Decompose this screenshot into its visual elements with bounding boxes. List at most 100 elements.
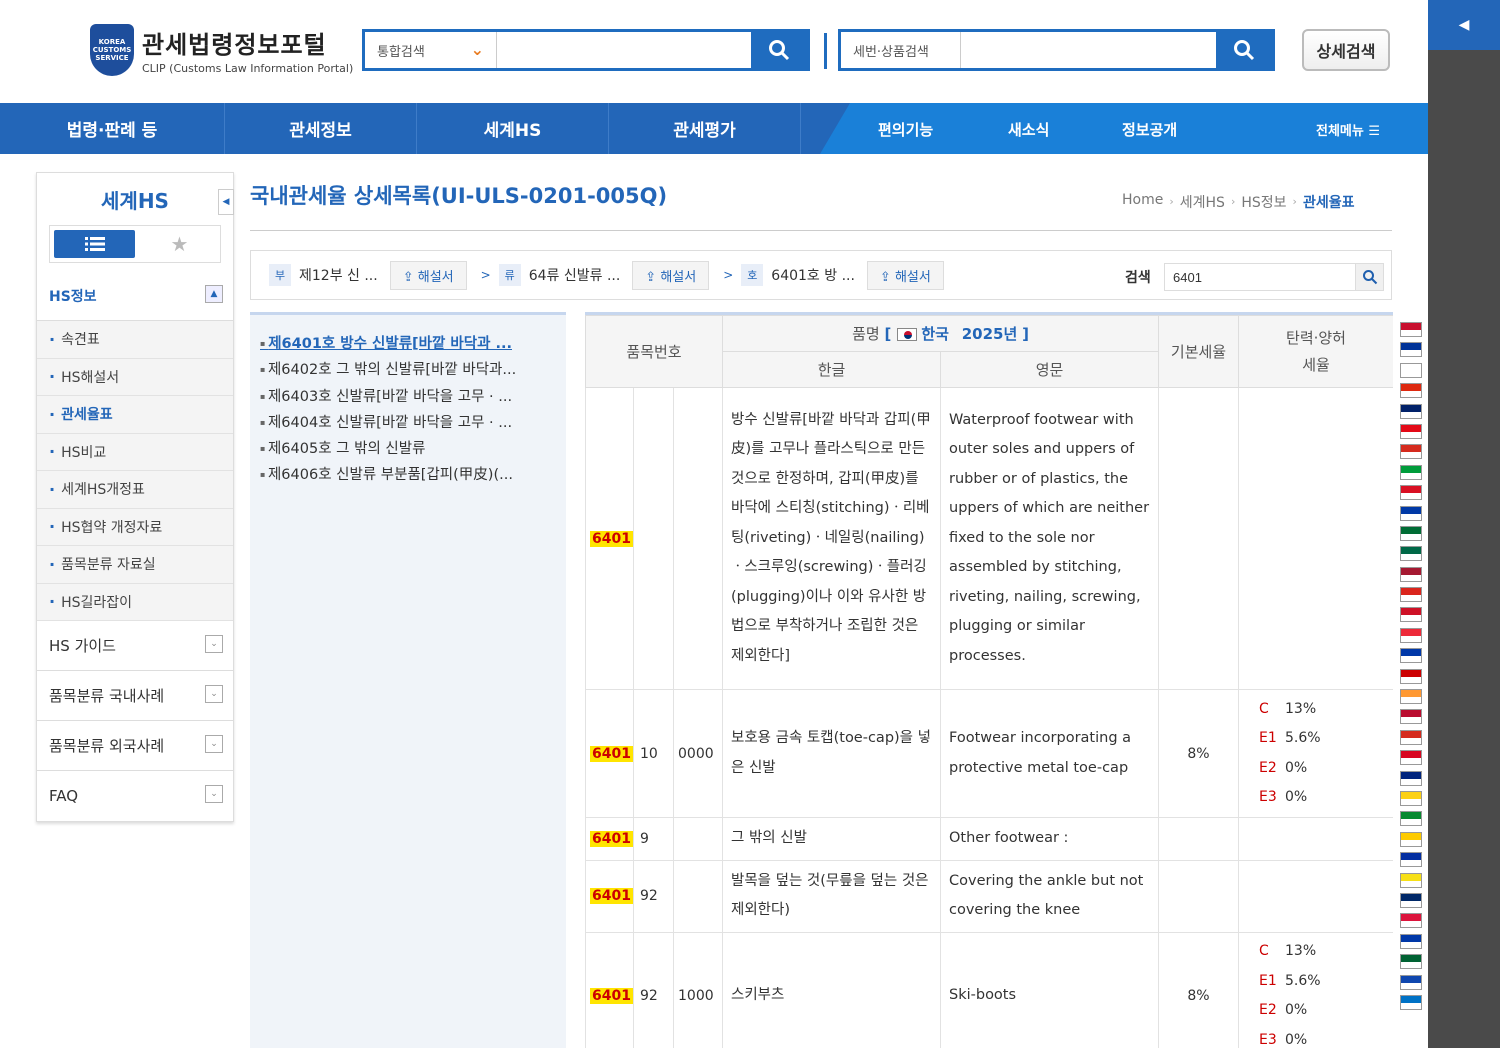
- tab-favorites[interactable]: ★: [139, 226, 220, 262]
- panel-toggle-icon[interactable]: ◀: [1428, 0, 1500, 50]
- integrated-search-input[interactable]: [497, 32, 751, 68]
- nav-news[interactable]: 새소식: [1008, 119, 1049, 140]
- list-item[interactable]: 제6403호 신발류[바깥 바닥을 고무 · ...: [260, 384, 556, 410]
- country-flag-icon[interactable]: [1400, 526, 1422, 541]
- country-flag-icon[interactable]: [1400, 607, 1422, 622]
- list-item[interactable]: 제6405호 그 밖의 신발류: [260, 436, 556, 462]
- sidebar-item-hs-explanatory[interactable]: HS해설서: [37, 359, 233, 397]
- country-flag-icon[interactable]: [1400, 567, 1422, 582]
- rate-type-label[interactable]: E3: [1259, 1026, 1285, 1048]
- nav-valuation[interactable]: 관세평가: [609, 103, 801, 154]
- country-flag-icon[interactable]: [1400, 893, 1422, 908]
- country-flag-icon[interactable]: [1400, 913, 1422, 928]
- section-name[interactable]: 제12부 신 ...: [299, 265, 378, 285]
- hs-code-highlight[interactable]: 6401: [590, 531, 633, 547]
- heading-name[interactable]: 6401호 방 ...: [771, 265, 855, 285]
- sidebar-item-hs-compare[interactable]: HS비교: [37, 434, 233, 472]
- hs-code-highlight[interactable]: 6401: [590, 746, 633, 762]
- search-scope-select[interactable]: 통합검색 ⌄: [365, 32, 497, 68]
- country-flag-icon[interactable]: [1400, 832, 1422, 847]
- sidebar-group-hs-guide[interactable]: HS 가이드 ⌄: [37, 621, 233, 671]
- rate-type-label[interactable]: E3: [1259, 783, 1285, 813]
- nav-disclosure[interactable]: 정보공개: [1122, 119, 1177, 140]
- list-item[interactable]: 제6401호 방수 신발류[바깥 바닥과 ...: [260, 331, 556, 357]
- chevron-down-icon[interactable]: ⌄: [205, 685, 223, 703]
- country-flag-icon[interactable]: [1400, 546, 1422, 561]
- country-flag-icon[interactable]: [1400, 975, 1422, 990]
- chevron-down-icon[interactable]: ⌄: [205, 735, 223, 753]
- sidebar-group-foreign-cases[interactable]: 품목분류 외국사례 ⌄: [37, 721, 233, 771]
- country-flag-icon[interactable]: [1400, 424, 1422, 439]
- heading-explanatory-button[interactable]: ⇪ 해설서: [867, 261, 944, 290]
- country-flag-icon[interactable]: [1400, 506, 1422, 521]
- rate-type-label[interactable]: C: [1259, 937, 1285, 967]
- rate-type-label[interactable]: E1: [1259, 724, 1285, 754]
- sidebar-section-hs-info[interactable]: HS정보 ▲: [37, 271, 233, 321]
- chapter-name[interactable]: 64류 신발류 ...: [529, 265, 621, 285]
- country-flag-icon[interactable]: [1400, 465, 1422, 480]
- rate-type-label[interactable]: E2: [1259, 996, 1285, 1026]
- breadcrumb-hs-info[interactable]: HS정보: [1241, 192, 1286, 212]
- hs-search-button[interactable]: [1216, 32, 1272, 68]
- nav-laws[interactable]: 법령·판례 등: [0, 103, 225, 154]
- country-flag-icon[interactable]: [1400, 730, 1422, 745]
- hs-code-highlight[interactable]: 6401: [590, 988, 633, 1004]
- country-flag-icon[interactable]: [1400, 811, 1422, 826]
- sidebar-group-domestic-cases[interactable]: 품목분류 국내사례 ⌄: [37, 671, 233, 721]
- sidebar-collapse-icon[interactable]: ◀: [218, 189, 234, 215]
- hs-search-input[interactable]: [961, 32, 1216, 68]
- collapse-up-icon[interactable]: ▲: [205, 285, 223, 303]
- country-flag-icon[interactable]: [1400, 934, 1422, 949]
- sidebar-item-hs-convention[interactable]: HS협약 개정자료: [37, 509, 233, 547]
- list-item[interactable]: 제6402호 그 밖의 신발류[바깥 바닥과...: [260, 357, 556, 383]
- rate-type-label[interactable]: E2: [1259, 754, 1285, 784]
- sidebar-item-hs-guide[interactable]: HS길라잡이: [37, 584, 233, 622]
- site-logo[interactable]: KOREA CUSTOMS SERVICE 관세법령정보포털 CLIP (Cus…: [90, 24, 353, 76]
- code-search-button[interactable]: [1355, 264, 1383, 290]
- country-flag-icon[interactable]: [1400, 342, 1422, 357]
- nav-convenience[interactable]: 편의기능: [878, 119, 933, 140]
- hs-code-highlight[interactable]: 6401: [590, 831, 633, 847]
- country-flag-icon[interactable]: [1400, 709, 1422, 724]
- chevron-down-icon[interactable]: ⌄: [205, 635, 223, 653]
- rate-type-label[interactable]: E1: [1259, 967, 1285, 997]
- country-flag-icon[interactable]: [1400, 383, 1422, 398]
- country-flag-icon[interactable]: [1400, 750, 1422, 765]
- section-explanatory-button[interactable]: ⇪ 해설서: [390, 261, 467, 290]
- breadcrumb-home[interactable]: Home: [1122, 192, 1163, 212]
- list-item[interactable]: 제6404호 신발류[바깥 바닥을 고무 · ...: [260, 410, 556, 436]
- country-flag-icon[interactable]: [1400, 587, 1422, 602]
- country-flag-icon[interactable]: [1400, 404, 1422, 419]
- nav-world-hs[interactable]: 세계HS: [417, 103, 609, 154]
- country-flag-icon[interactable]: [1400, 485, 1422, 500]
- country-flag-icon[interactable]: [1400, 873, 1422, 888]
- country-flag-icon[interactable]: [1400, 444, 1422, 459]
- country-flag-icon[interactable]: [1400, 669, 1422, 684]
- country-flag-icon[interactable]: [1400, 954, 1422, 969]
- country-flag-icon[interactable]: [1400, 995, 1422, 1010]
- chapter-explanatory-button[interactable]: ⇪ 해설서: [632, 261, 709, 290]
- sidebar-item-hs-revision[interactable]: 세계HS개정표: [37, 471, 233, 509]
- country-flag-icon[interactable]: [1400, 648, 1422, 663]
- country-flag-icon[interactable]: [1400, 771, 1422, 786]
- country-flag-icon[interactable]: [1400, 363, 1422, 378]
- nav-all-menu[interactable]: 전체메뉴 ☰: [1316, 120, 1380, 139]
- sidebar-group-faq[interactable]: FAQ ⌄: [37, 771, 233, 821]
- country-flag-icon[interactable]: [1400, 689, 1422, 704]
- tab-list[interactable]: [54, 230, 135, 258]
- detail-search-button[interactable]: 상세검색: [1302, 29, 1390, 71]
- code-search-input[interactable]: [1165, 264, 1355, 290]
- rate-type-label[interactable]: C: [1259, 695, 1285, 725]
- chevron-down-icon[interactable]: ⌄: [205, 785, 223, 803]
- sidebar-item-quick-view[interactable]: 속견표: [37, 321, 233, 359]
- nav-customs-info[interactable]: 관세정보: [225, 103, 417, 154]
- hs-code-highlight[interactable]: 6401: [590, 888, 633, 904]
- country-flag-icon[interactable]: [1400, 852, 1422, 867]
- sidebar-item-tariff-table[interactable]: 관세율표: [37, 396, 233, 434]
- list-item[interactable]: 제6406호 신발류 부분품[갑피(甲皮)(...: [260, 462, 556, 488]
- country-flag-icon[interactable]: [1400, 791, 1422, 806]
- sidebar-item-classification-archive[interactable]: 품목분류 자료실: [37, 546, 233, 584]
- country-flag-icon[interactable]: [1400, 322, 1422, 337]
- breadcrumb-world-hs[interactable]: 세계HS: [1180, 192, 1225, 212]
- search-button[interactable]: [751, 32, 807, 68]
